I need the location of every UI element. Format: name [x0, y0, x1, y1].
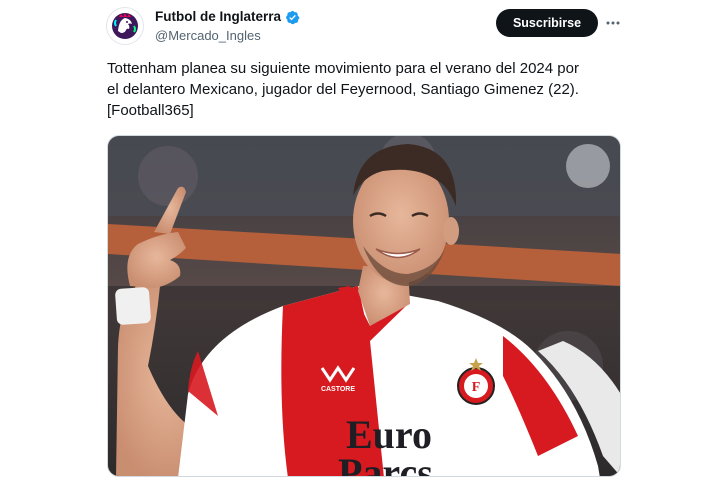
verified-badge-icon[interactable] [285, 10, 300, 25]
more-options-button[interactable] [603, 13, 623, 33]
name-row: Futbol de Inglaterra [155, 8, 300, 26]
subscribe-button[interactable]: Suscribirse [496, 9, 598, 37]
premier-league-lion-icon [109, 10, 141, 42]
display-name[interactable]: Futbol de Inglaterra [155, 8, 281, 26]
tweet-card: Futbol de Inglaterra @Mercado_Ingles Sus… [0, 0, 728, 488]
tweet-text: Tottenham planea su siguiente movimiento… [107, 60, 579, 119]
more-horizontal-icon [606, 21, 620, 25]
account-info: Futbol de Inglaterra @Mercado_Ingles [155, 8, 300, 45]
account-avatar[interactable] [106, 7, 144, 45]
account-handle[interactable]: @Mercado_Ingles [155, 27, 300, 45]
tweet-media-image[interactable]: F CASTORE Euro Parcs [107, 135, 621, 477]
svg-text:F: F [472, 380, 481, 395]
player-photo: F CASTORE Euro Parcs [108, 136, 620, 477]
jersey-brand-text: CASTORE [321, 386, 355, 393]
sponsor-text-line2: Parcs [338, 450, 433, 477]
